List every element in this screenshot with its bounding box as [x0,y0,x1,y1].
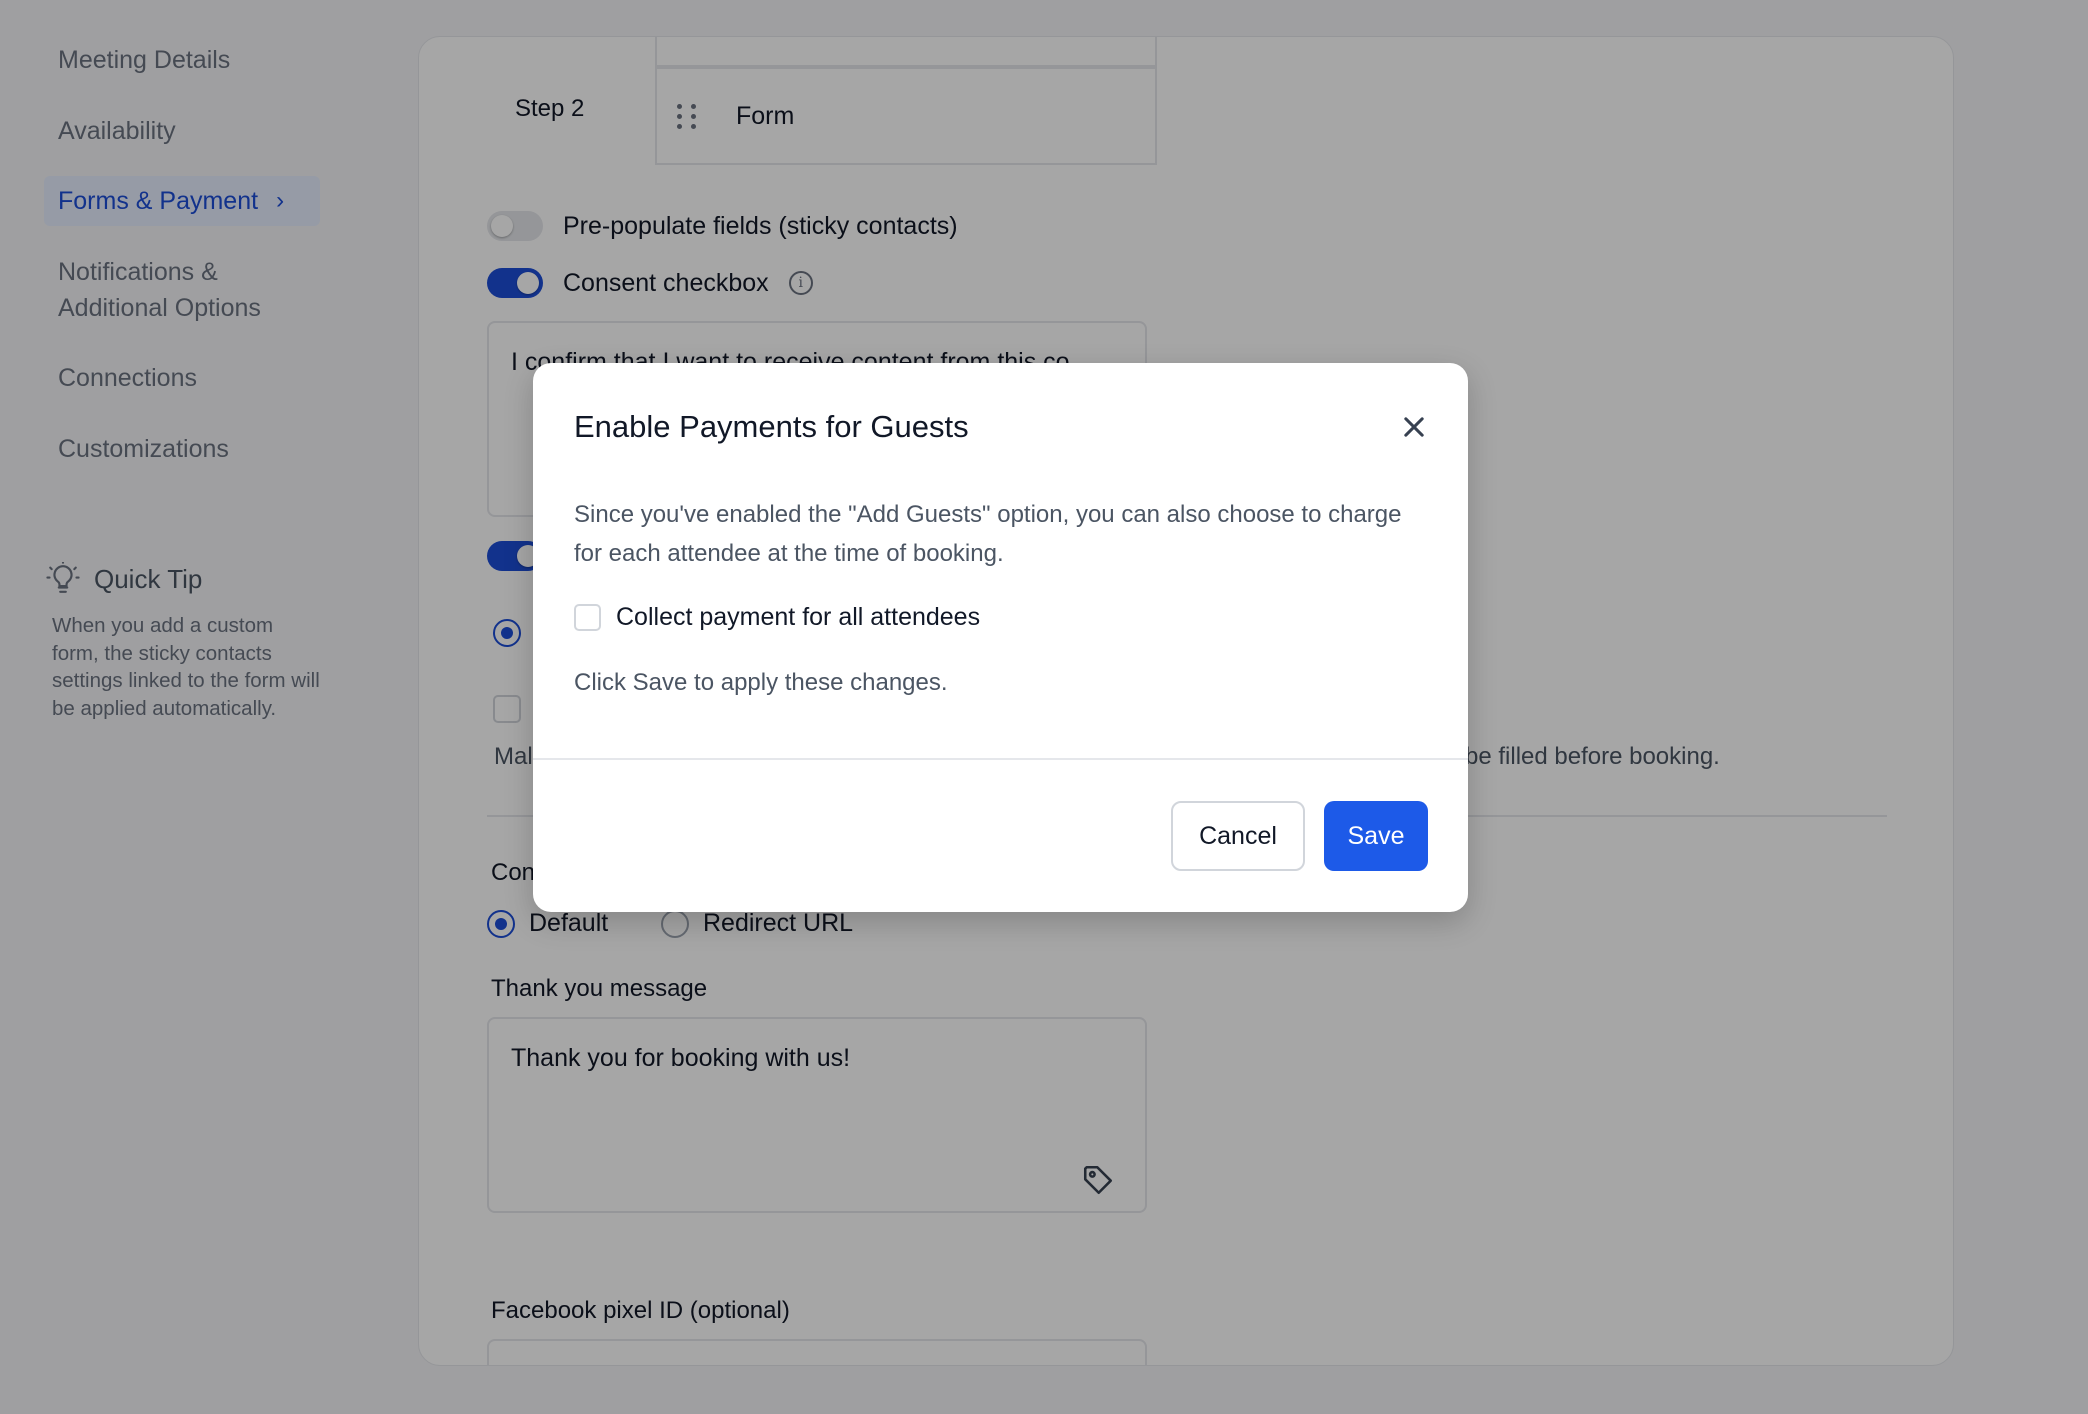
collect-payment-checkbox[interactable] [574,604,601,631]
close-icon[interactable] [1400,413,1428,441]
cancel-button[interactable]: Cancel [1171,801,1305,871]
save-button[interactable]: Save [1324,801,1428,871]
modal-divider [533,758,1468,760]
modal-note: Click Save to apply these changes. [574,669,948,696]
modal-title: Enable Payments for Guests [574,409,969,444]
enable-payments-modal: Enable Payments for Guests Since you've … [533,363,1468,912]
collect-payment-option[interactable]: Collect payment for all attendees [574,603,980,632]
collect-payment-label: Collect payment for all attendees [616,603,981,631]
modal-description: Since you've enabled the "Add Guests" op… [574,501,1402,567]
